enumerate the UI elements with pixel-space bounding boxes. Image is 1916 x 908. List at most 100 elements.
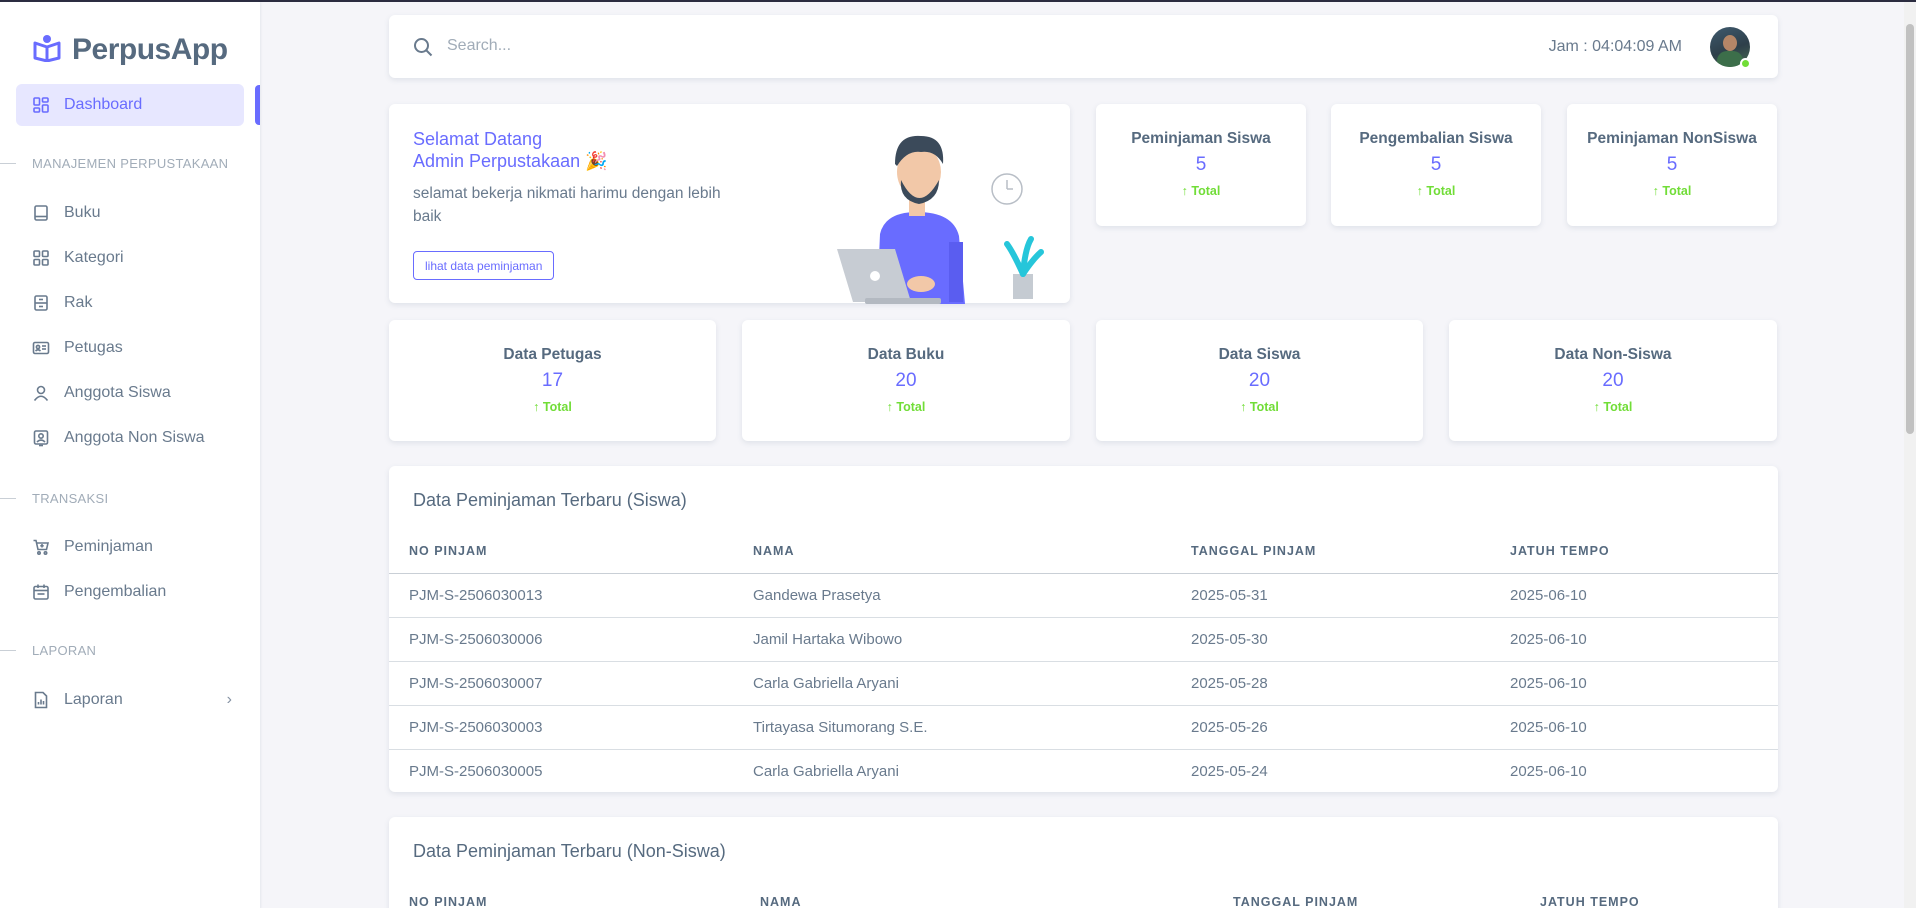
stat-card-pengembalian-siswa[interactable]: Pengembalian Siswa 5 ↑ Total bbox=[1331, 104, 1541, 226]
table-row[interactable]: PJM-S-2506030007 Carla Gabriella Aryani … bbox=[389, 661, 1778, 706]
stat-card-data-non-siswa[interactable]: Data Non-Siswa 20 ↑ Total bbox=[1449, 320, 1777, 441]
column-header: JATUH TEMPO bbox=[1510, 530, 1778, 574]
user-badge-icon bbox=[32, 429, 50, 447]
stat-value: 17 bbox=[541, 370, 564, 391]
stat-title: Data Petugas bbox=[503, 346, 602, 363]
cell-tanggal-pinjam: 2025-05-31 bbox=[1191, 573, 1510, 618]
cell-tanggal-pinjam: 2025-05-30 bbox=[1191, 617, 1510, 662]
column-header: NAMA bbox=[753, 530, 1191, 574]
stat-value: 20 bbox=[1248, 370, 1271, 391]
man-with-laptop-illustration bbox=[825, 124, 1055, 309]
search-input[interactable] bbox=[447, 29, 1047, 63]
table-row[interactable]: PJM-S-2506030013 Gandewa Prasetya 2025-0… bbox=[389, 573, 1778, 618]
stat-sub-label: Total bbox=[1603, 400, 1633, 414]
arrow-up-icon: ↑ bbox=[1652, 184, 1659, 198]
stat-title: Data Non-Siswa bbox=[1554, 346, 1672, 363]
welcome-text: selamat bekerja nikmati harimu dengan le… bbox=[413, 185, 721, 225]
cell-tanggal-pinjam: 2025-05-24 bbox=[1191, 762, 1268, 780]
sidebar-item-anggota-siswa[interactable]: Anggota Siswa bbox=[16, 372, 244, 414]
loans-table-siswa: NO PINJAM NAMA TANGGAL PINJAM JATUH TEMP… bbox=[389, 530, 1778, 793]
sidebar-item-peminjaman[interactable]: Peminjaman bbox=[16, 526, 244, 568]
stat-card-peminjaman-nonsiswa[interactable]: Peminjaman NonSiswa 5 ↑ Total bbox=[1567, 104, 1777, 226]
table-title: Data Peminjaman Terbaru (Non-Siswa) bbox=[413, 841, 726, 861]
cell-no-pinjam: PJM-S-2506030007 bbox=[389, 661, 753, 706]
cell-no-pinjam: PJM-S-2506030005 bbox=[409, 762, 543, 780]
column-header: NAMA bbox=[760, 881, 1233, 908]
grid-icon bbox=[32, 249, 50, 267]
sidebar-item-label: Pengembalian bbox=[64, 583, 167, 600]
stat-sub: ↑ Total bbox=[1449, 400, 1777, 414]
avatar-face bbox=[1723, 35, 1737, 51]
column-header: NO PINJAM bbox=[389, 881, 760, 908]
table-title: Data Peminjaman Terbaru (Siswa) bbox=[413, 490, 687, 510]
sidebar-item-label: Peminjaman bbox=[64, 538, 153, 555]
active-indicator bbox=[255, 85, 260, 125]
sidebar-item-anggota-non-siswa[interactable]: Anggota Non Siswa bbox=[16, 417, 244, 459]
column-header: JATUH TEMPO bbox=[1540, 881, 1778, 908]
stat-card-peminjaman-siswa[interactable]: Peminjaman Siswa 5 ↑ Total bbox=[1096, 104, 1306, 226]
sidebar-item-label: Petugas bbox=[64, 339, 123, 356]
brand[interactable]: PerpusApp bbox=[32, 32, 228, 67]
sidebar-item-label: Kategori bbox=[64, 249, 124, 266]
cell-nama: Jamil Hartaka Wibowo bbox=[753, 617, 1191, 662]
cell-jatuh-tempo: 2025-06-10 bbox=[1510, 573, 1778, 618]
sidebar-item-label: Buku bbox=[64, 204, 101, 221]
stat-sub-label: Total bbox=[1191, 184, 1221, 198]
stat-sub: ↑ Total bbox=[1567, 184, 1777, 198]
stat-value: 5 bbox=[1430, 154, 1442, 175]
stat-card-data-petugas[interactable]: Data Petugas 17 ↑ Total bbox=[389, 320, 716, 441]
stat-sub: ↑ Total bbox=[389, 400, 716, 414]
table-header-row: NO PINJAM NAMA TANGGAL PINJAM JATUH TEMP… bbox=[389, 530, 1778, 574]
welcome-card: Selamat Datang Admin Perpustakaan 🎉 sela… bbox=[389, 104, 1070, 304]
stat-sub-label: Total bbox=[1426, 184, 1456, 198]
cell-nama: Carla Gabriella Aryani bbox=[753, 661, 1191, 706]
sidebar-item-pengembalian[interactable]: Pengembalian bbox=[16, 571, 244, 613]
view-loans-button[interactable]: lihat data peminjaman bbox=[413, 251, 555, 280]
sidebar-item-label: Laporan bbox=[64, 691, 123, 708]
arrow-up-icon: ↑ bbox=[1416, 184, 1423, 198]
table-row[interactable]: PJM-S-2506030006 Jamil Hartaka Wibowo 20… bbox=[389, 617, 1778, 662]
avatar-body bbox=[1717, 51, 1743, 67]
cell-jatuh-tempo: 2025-06-10 bbox=[1510, 762, 1587, 780]
sidebar: PerpusApp Dashboard MANAJEMEN PERPUSTAKA… bbox=[0, 2, 260, 908]
stat-title: Peminjaman Siswa bbox=[1131, 130, 1271, 147]
book-reader-icon bbox=[32, 32, 62, 67]
top-navbar: Jam : 04:04:09 AM bbox=[389, 15, 1778, 78]
arrow-up-icon: ↑ bbox=[1240, 400, 1247, 414]
table-card-siswa: Data Peminjaman Terbaru (Siswa) NO PINJA… bbox=[389, 466, 1778, 792]
search-icon[interactable] bbox=[413, 37, 433, 62]
table-row[interactable]: PJM-S-2506030003 Tirtayasa Situmorang S.… bbox=[389, 705, 1778, 750]
sidebar-item-kategori[interactable]: Kategori bbox=[16, 237, 244, 279]
sidebar-item-petugas[interactable]: Petugas bbox=[16, 327, 244, 369]
table-row[interactable]: PJM-S-2506030005 Carla Gabriella Aryani … bbox=[389, 749, 1778, 793]
calendar-icon bbox=[32, 583, 50, 601]
sidebar-item-buku[interactable]: Buku bbox=[16, 192, 244, 234]
table-header-row: NO PINJAM NAMA TANGGAL PINJAM JATUH TEMP… bbox=[389, 881, 1778, 908]
id-card-icon bbox=[32, 339, 50, 357]
cell-tanggal-pinjam: 2025-05-26 bbox=[1191, 705, 1510, 750]
page-scrollbar[interactable] bbox=[1904, 2, 1916, 908]
stat-sub: ↑ Total bbox=[1331, 184, 1541, 198]
scrollbar-thumb[interactable] bbox=[1906, 24, 1914, 434]
stat-card-data-siswa[interactable]: Data Siswa 20 ↑ Total bbox=[1096, 320, 1423, 441]
stat-sub-label: Total bbox=[542, 400, 572, 414]
sidebar-item-rak[interactable]: Rak bbox=[16, 282, 244, 324]
stat-value: 5 bbox=[1195, 154, 1207, 175]
cell-no-pinjam: PJM-S-2506030003 bbox=[389, 705, 753, 750]
report-icon bbox=[32, 691, 50, 709]
cell-jatuh-tempo: 2025-06-10 bbox=[1510, 661, 1778, 706]
stat-card-data-buku[interactable]: Data Buku 20 ↑ Total bbox=[742, 320, 1070, 441]
clock-text: Jam : 04:04:09 AM bbox=[1548, 38, 1682, 55]
arrow-up-icon: ↑ bbox=[1181, 184, 1188, 198]
book-icon bbox=[32, 204, 50, 222]
cell-no-pinjam: PJM-S-2506030006 bbox=[389, 617, 753, 662]
stat-value: 20 bbox=[895, 370, 917, 391]
stat-title: Peminjaman NonSiswa bbox=[1587, 130, 1757, 147]
sidebar-item-dashboard[interactable]: Dashboard bbox=[16, 84, 244, 126]
sidebar-item-laporan[interactable]: Laporan › bbox=[16, 679, 244, 721]
stat-sub-label: Total bbox=[1662, 184, 1692, 198]
menu-header-laporan: LAPORAN bbox=[0, 643, 240, 658]
stat-value: 5 bbox=[1666, 154, 1678, 175]
cell-nama: Gandewa Prasetya bbox=[753, 573, 1191, 618]
sidebar-item-label: Anggota Siswa bbox=[64, 384, 171, 401]
